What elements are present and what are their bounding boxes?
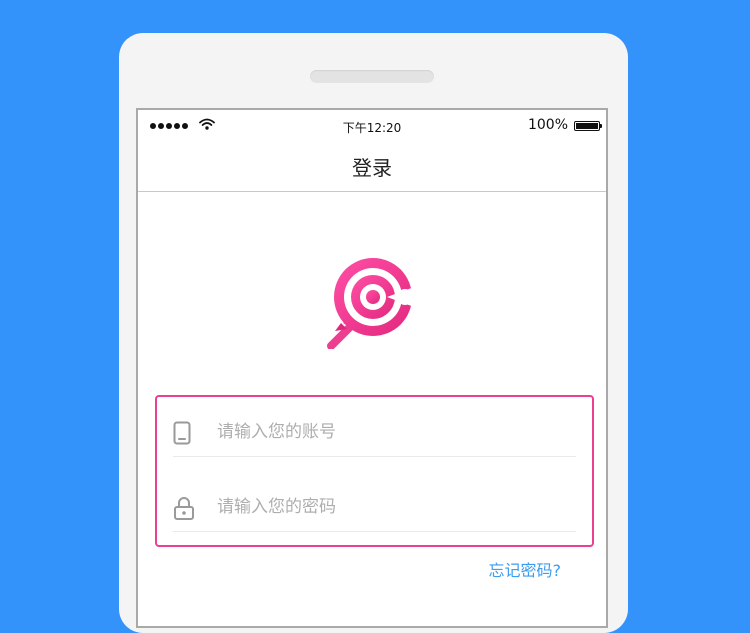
phone-frame: 下午12:20 100% 登录 请输入您的账号 忘记密码? [119,33,628,633]
account-input[interactable] [217,417,557,447]
password-input[interactable] [217,492,557,522]
login-form [155,395,594,547]
phone-speaker [310,70,434,83]
phone-screen: 下午12:20 100% 登录 请输入您的账号 忘记密码? [136,108,608,628]
status-bar: 下午12:20 100% [138,110,606,142]
lollipop-logo-icon [327,258,421,349]
account-field [173,397,576,457]
password-field [173,472,576,532]
battery-percent: 100% [527,117,568,133]
phone-icon [173,421,191,445]
page-title: 登录 [352,156,392,180]
forgot-password-link[interactable]: 忘记密码? [489,557,562,581]
battery-icon [574,121,602,131]
navigation-bar: 登录 [138,142,606,192]
lock-icon [174,497,194,520]
